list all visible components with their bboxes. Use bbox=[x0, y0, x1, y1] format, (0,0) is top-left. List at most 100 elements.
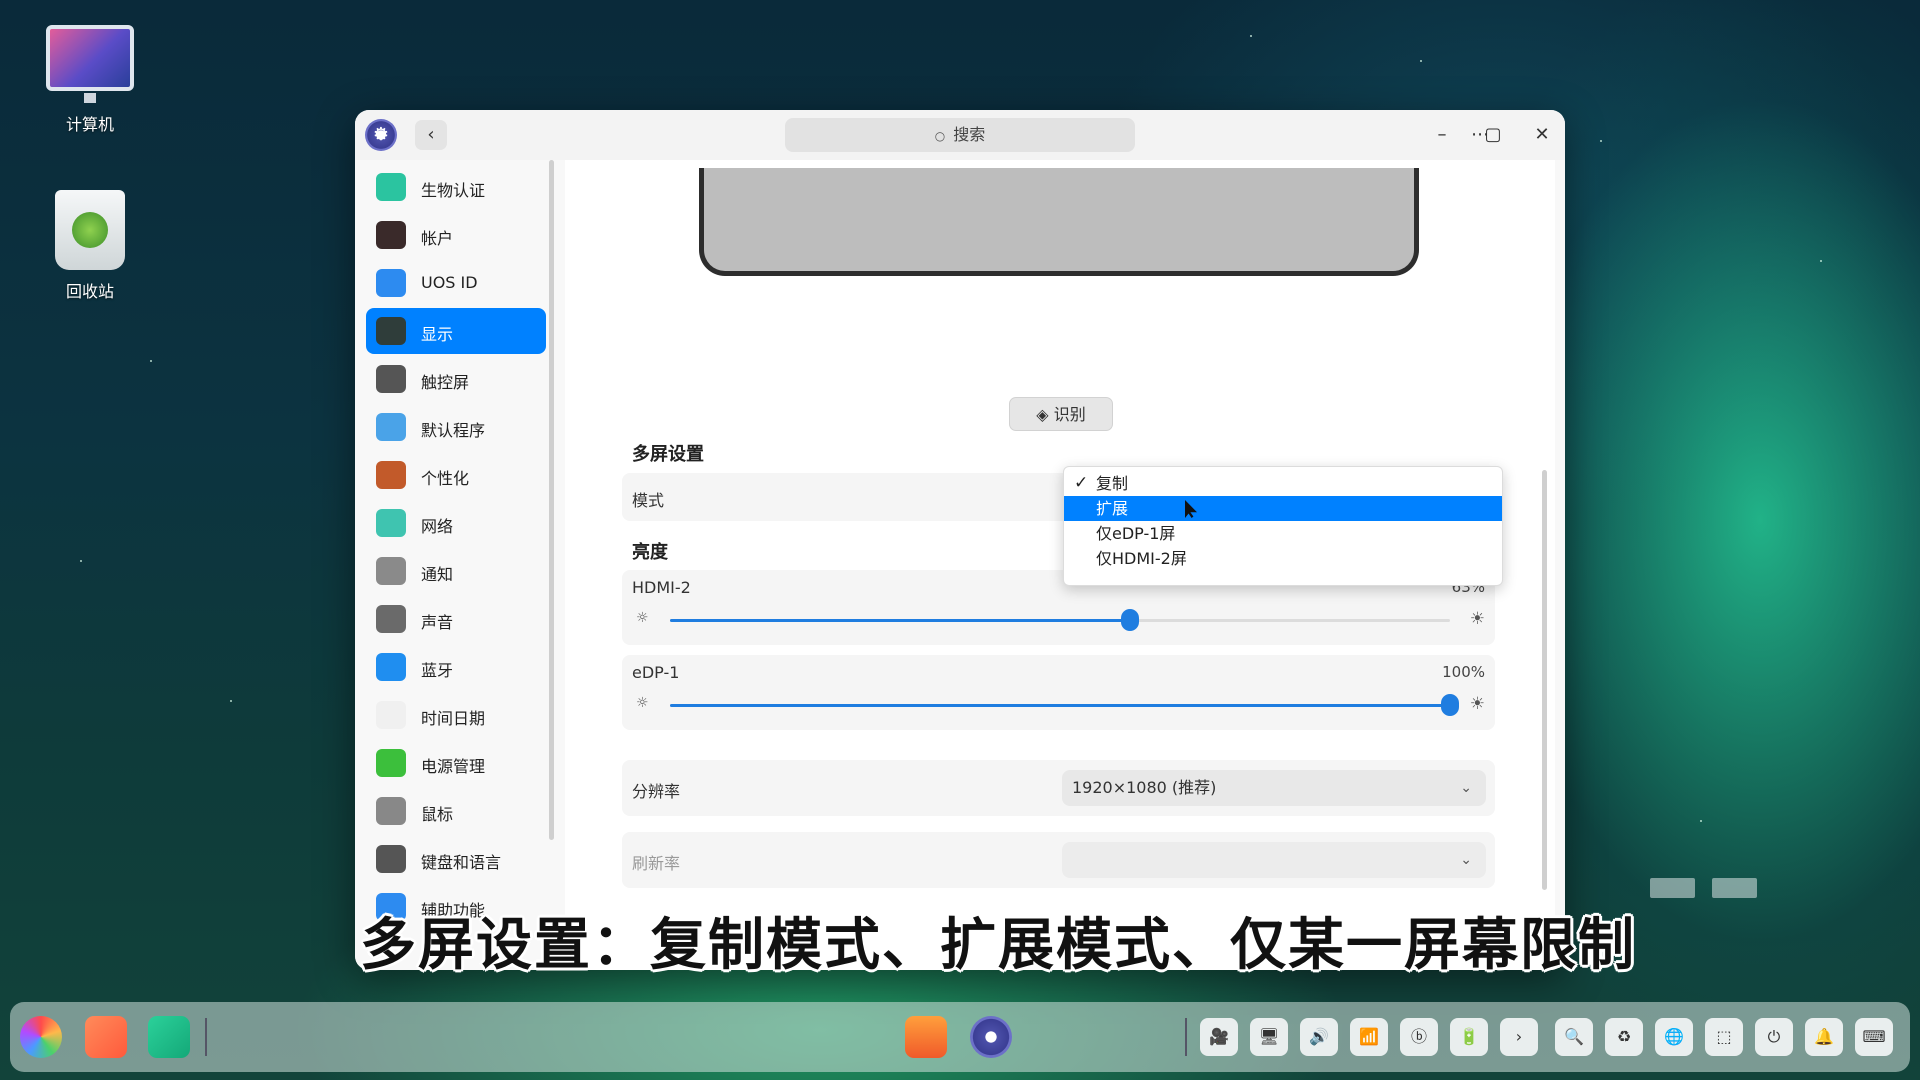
maximize-button[interactable]: ▢ bbox=[1478, 120, 1508, 150]
wifi-icon[interactable]: 📶 bbox=[1350, 1018, 1388, 1056]
screenshot-icon[interactable]: 🖥 bbox=[1250, 1018, 1288, 1056]
touchscreen-icon bbox=[376, 365, 406, 393]
sidebar-item-label: 鼠标 bbox=[421, 805, 454, 824]
brightness-title: 亮度 bbox=[632, 542, 668, 563]
back-button[interactable]: ‹ bbox=[415, 120, 447, 150]
sidebar-item-label: 网络 bbox=[421, 517, 454, 536]
refresh-rate-select[interactable]: ⌄ bbox=[1062, 842, 1486, 878]
speaker-icon bbox=[376, 605, 406, 633]
title-bar: ⚙ ‹ ○ 搜索 ⋯ bbox=[355, 110, 1565, 160]
window-icon[interactable]: ⬚ bbox=[1705, 1018, 1743, 1056]
expand-icon[interactable]: › bbox=[1500, 1018, 1538, 1056]
taskbar: 🎥 🖥 🔊 📶 ⓑ 🔋 › 🔍 ♻ 🌐 ⬚ ⏻ 🔔 ⌨ bbox=[10, 1002, 1910, 1072]
sidebar-item[interactable]: 个性化 bbox=[366, 452, 546, 498]
sidebar-item-label: 默认程序 bbox=[421, 421, 486, 440]
desktop-icon-trash[interactable]: 回收站 bbox=[30, 190, 150, 302]
monitor-preview[interactable] bbox=[699, 168, 1419, 276]
workspace-icon[interactable] bbox=[148, 1016, 190, 1058]
refresh-rate-row: 刷新率 ⌄ bbox=[622, 832, 1495, 888]
slider-fill bbox=[670, 704, 1450, 707]
monitor-name: HDMI-2 bbox=[632, 578, 691, 597]
control-center-icon[interactable] bbox=[970, 1016, 1012, 1058]
multi-screen-title: 多屏设置 bbox=[632, 444, 704, 465]
star bbox=[1420, 60, 1422, 62]
sidebar-item[interactable]: 网络 bbox=[366, 500, 546, 546]
identify-button[interactable]: ◈ 识别 bbox=[1009, 397, 1113, 431]
video-caption: 多屏设置：复制模式、扩展模式、仅某一屏幕限制 bbox=[360, 913, 1636, 978]
sidebar-item[interactable]: 触控屏 bbox=[366, 356, 546, 402]
computer-icon bbox=[46, 25, 134, 103]
star bbox=[1700, 820, 1702, 822]
search-icon: ○ bbox=[934, 129, 946, 143]
app-store-icon[interactable] bbox=[905, 1016, 947, 1058]
bluetooth-icon bbox=[376, 653, 406, 681]
mode-option-label: 复制 bbox=[1096, 474, 1129, 493]
search-input[interactable]: ○ 搜索 bbox=[785, 118, 1135, 152]
sidebar-item[interactable]: 显示 bbox=[366, 308, 546, 354]
checkmark-icon: ✓ bbox=[1074, 473, 1089, 493]
sidebar-item[interactable]: 默认程序 bbox=[366, 404, 546, 450]
close-button[interactable]: ✕ bbox=[1527, 120, 1557, 150]
sidebar-item[interactable]: UOS ID bbox=[366, 260, 546, 306]
screen-record-icon[interactable]: 🎥 bbox=[1200, 1018, 1238, 1056]
sidebar-item[interactable]: 时间日期 bbox=[366, 692, 546, 738]
desktop-icon-label: 回收站 bbox=[65, 282, 114, 301]
desktop-icon-computer[interactable]: 计算机 bbox=[30, 25, 150, 135]
sidebar-item-label: 显示 bbox=[421, 325, 454, 344]
default-apps-icon bbox=[376, 413, 406, 441]
control-center-logo-icon: ⚙ bbox=[365, 119, 397, 151]
sidebar-item[interactable]: 鼠标 bbox=[366, 788, 546, 834]
content-scrollbar[interactable] bbox=[1542, 470, 1547, 890]
search-icon[interactable]: 🔍 bbox=[1555, 1018, 1593, 1056]
sidebar-item-label: 通知 bbox=[421, 565, 454, 584]
eye-icon: ◈ bbox=[1036, 405, 1049, 424]
taskbar-divider bbox=[205, 1018, 207, 1056]
notification-icon[interactable]: 🔔 bbox=[1805, 1018, 1843, 1056]
sidebar-item[interactable]: 帐户 bbox=[366, 212, 546, 258]
sidebar-item[interactable]: 蓝牙 bbox=[366, 644, 546, 690]
slider-thumb[interactable] bbox=[1441, 694, 1459, 716]
desktop-icon-label: 计算机 bbox=[65, 115, 114, 134]
multitask-view-icon[interactable] bbox=[85, 1016, 127, 1058]
sidebar-item-label: UOS ID bbox=[421, 273, 478, 292]
brightness-slider[interactable] bbox=[670, 609, 1450, 631]
resolution-value: 1920×1080 (推荐) bbox=[1072, 778, 1217, 797]
sidebar-scrollbar[interactable] bbox=[549, 160, 554, 840]
volume-icon[interactable]: 🔊 bbox=[1300, 1018, 1338, 1056]
fingerprint-icon bbox=[376, 173, 406, 201]
mode-option[interactable]: ✓ 复制 bbox=[1064, 471, 1502, 496]
brightness-high-icon: ☀ bbox=[1469, 609, 1485, 629]
minimize-button[interactable]: – bbox=[1427, 120, 1457, 150]
mode-option[interactable]: 扩展 bbox=[1064, 496, 1502, 521]
sidebar-item[interactable]: 通知 bbox=[366, 548, 546, 594]
keyboard-icon[interactable]: ⌨ bbox=[1855, 1018, 1893, 1056]
desktop-artifact bbox=[1650, 878, 1695, 898]
slider-thumb[interactable] bbox=[1121, 609, 1140, 631]
resolution-select[interactable]: 1920×1080 (推荐) ⌄ bbox=[1062, 770, 1486, 806]
star bbox=[1600, 140, 1602, 142]
brightness-slider[interactable] bbox=[670, 694, 1459, 716]
brightness-row-edp1: eDP-1 100% ☼ ☀ bbox=[622, 655, 1495, 730]
star bbox=[80, 560, 82, 562]
trash-icon[interactable]: ♻ bbox=[1605, 1018, 1643, 1056]
brightness-percent: 100% bbox=[1442, 663, 1485, 681]
sidebar-item-label: 蓝牙 bbox=[421, 661, 454, 680]
launcher-icon[interactable] bbox=[20, 1016, 62, 1058]
battery-icon[interactable]: 🔋 bbox=[1450, 1018, 1488, 1056]
star bbox=[150, 360, 152, 362]
chevron-down-icon: ⌄ bbox=[1460, 852, 1472, 868]
resolution-label: 分辨率 bbox=[632, 782, 681, 801]
mode-option[interactable]: 仅eDP-1屏 bbox=[1064, 521, 1502, 546]
mode-option[interactable]: 仅HDMI-2屏 bbox=[1064, 546, 1502, 571]
keyboard-icon bbox=[376, 845, 406, 873]
bluetooth-icon[interactable]: ⓑ bbox=[1400, 1018, 1438, 1056]
power-icon[interactable]: ⏻ bbox=[1755, 1018, 1793, 1056]
identify-label: 识别 bbox=[1053, 405, 1086, 424]
mode-dropdown-menu: ✓ 复制扩展 仅eDP-1屏 仅HDMI-2屏 bbox=[1063, 466, 1503, 586]
sidebar-item[interactable]: 键盘和语言 bbox=[366, 836, 546, 882]
sidebar-item[interactable]: 电源管理 bbox=[366, 740, 546, 786]
browser-icon[interactable]: 🌐 bbox=[1655, 1018, 1693, 1056]
sidebar-item[interactable]: 生物认证 bbox=[366, 164, 546, 210]
mode-label: 模式 bbox=[632, 491, 665, 510]
sidebar-item[interactable]: 声音 bbox=[366, 596, 546, 642]
